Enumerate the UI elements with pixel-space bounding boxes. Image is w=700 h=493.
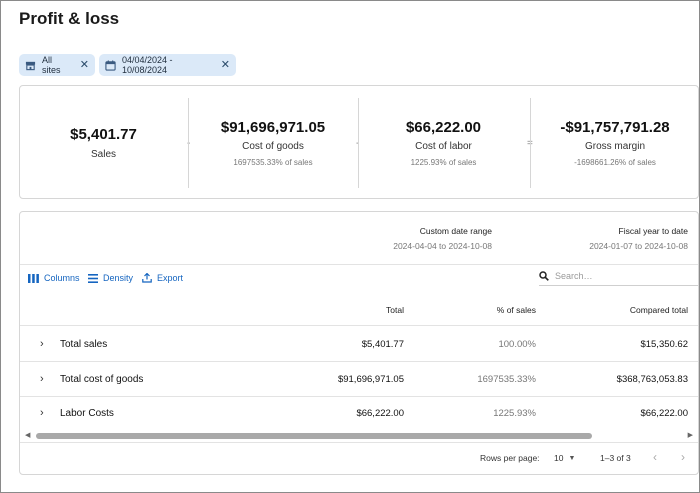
- metric-gross-margin: -$91,757,791.28 Gross margin -1698661.26…: [531, 86, 699, 200]
- column-group-range: 2024-04-04 to 2024-10-08: [393, 241, 492, 251]
- metric-cost-of-goods: $91,696,971.05 Cost of goods 1697535.33%…: [189, 86, 357, 200]
- column-group-range: 2024-01-07 to 2024-10-08: [589, 241, 688, 251]
- caret-down-icon: ▼: [568, 454, 576, 462]
- rows-per-page-value: 10: [554, 453, 564, 463]
- table-row[interactable]: › Total cost of goods $91,696,971.05 169…: [20, 363, 698, 397]
- metric-value: -$91,757,791.28: [560, 119, 670, 136]
- column-header-compared-total[interactable]: Compared total: [630, 305, 688, 315]
- cell-total: $5,401.77: [361, 339, 404, 350]
- metric-label: Sales: [90, 149, 116, 160]
- row-label: Total cost of goods: [60, 374, 144, 385]
- metric-subtext: -1698661.26% of sales: [574, 158, 656, 167]
- row-label: Total sales: [60, 339, 108, 350]
- metric-label: Gross margin: [584, 141, 645, 152]
- export-label: Export: [157, 273, 184, 283]
- next-page-icon[interactable]: ›: [681, 450, 685, 464]
- cell-compared-total: $15,350.62: [640, 339, 688, 350]
- page-title: Profit & loss: [19, 9, 120, 28]
- scroll-left-arrow-icon[interactable]: ◀: [25, 431, 30, 439]
- close-icon[interactable]: ✕: [221, 59, 230, 71]
- cell-total: $66,222.00: [356, 408, 404, 419]
- density-icon: [88, 273, 98, 283]
- search-icon: [539, 270, 549, 281]
- filter-chip-date-range[interactable]: 04/04/2024 - 10/08/2024 ✕: [99, 54, 236, 76]
- close-icon[interactable]: ✕: [80, 59, 89, 71]
- rows-per-page-label: Rows per page:: [480, 453, 540, 463]
- column-group-title: Custom date range: [419, 226, 492, 236]
- cell-compared-total: $66,222.00: [640, 408, 688, 419]
- scrollbar-thumb[interactable]: [36, 433, 592, 439]
- export-button[interactable]: Export: [142, 273, 183, 283]
- cell-pct-sales: 1225.93%: [493, 408, 536, 419]
- filter-chip-label: All sites: [42, 55, 61, 75]
- chevron-right-icon[interactable]: ›: [40, 338, 44, 350]
- column-header-pct-sales[interactable]: % of sales: [497, 305, 536, 315]
- columns-label: Columns: [44, 273, 80, 283]
- summary-card: $5,401.77 Sales - $91,696,971.05 Cost of…: [19, 85, 699, 199]
- columns-icon: [28, 273, 39, 283]
- metric-subtext: 1225.93% of sales: [410, 158, 477, 167]
- chevron-right-icon[interactable]: ›: [40, 407, 44, 419]
- store-icon: [25, 60, 36, 71]
- cell-pct-sales: 1697535.33%: [477, 374, 536, 385]
- metric-value: $66,222.00: [405, 119, 482, 136]
- metric-cost-of-labor: $66,222.00 Cost of labor 1225.93% of sal…: [359, 86, 528, 200]
- density-button[interactable]: Density: [88, 273, 133, 283]
- metric-sales: $5,401.77 Sales: [20, 86, 187, 200]
- metric-value: $5,401.77: [70, 126, 137, 143]
- pl-table-card: Custom date range 2024-04-04 to 2024-10-…: [19, 211, 699, 475]
- table-row[interactable]: › Labor Costs $66,222.00 1225.93% $66,22…: [20, 397, 698, 431]
- search-field[interactable]: [539, 266, 698, 286]
- export-icon: [142, 273, 152, 283]
- metric-value: $91,696,971.05: [220, 119, 326, 136]
- metric-subtext: 1697535.33% of sales: [233, 158, 313, 167]
- column-header-total[interactable]: Total: [386, 305, 404, 315]
- calendar-icon: [105, 59, 116, 71]
- row-label: Labor Costs: [60, 408, 114, 419]
- filter-chip-sites[interactable]: All sites ✕: [19, 54, 95, 76]
- pagination-range: 1–3 of 3: [600, 453, 631, 463]
- column-group-title: Fiscal year to date: [618, 226, 688, 236]
- divider: [20, 361, 698, 362]
- metric-label: Cost of labor: [415, 141, 472, 152]
- filter-chip-label: 04/04/2024 - 10/08/2024: [122, 55, 173, 75]
- rows-per-page-select[interactable]: 10 ▼: [554, 453, 575, 463]
- columns-button[interactable]: Columns: [28, 273, 80, 283]
- divider: [20, 442, 698, 443]
- table-row[interactable]: › Total sales $5,401.77 100.00% $15,350.…: [20, 328, 698, 362]
- previous-page-icon[interactable]: ‹: [653, 450, 657, 464]
- cell-total: $91,696,971.05: [337, 374, 404, 385]
- cell-compared-total: $368,763,053.83: [616, 374, 688, 385]
- cell-pct-sales: 100.00%: [498, 339, 536, 350]
- divider: [20, 264, 698, 265]
- search-input[interactable]: [555, 270, 685, 281]
- density-label: Density: [103, 273, 134, 283]
- divider: [20, 325, 698, 326]
- metric-label: Cost of goods: [242, 141, 304, 152]
- scroll-right-arrow-icon[interactable]: ▶: [688, 431, 693, 439]
- chevron-right-icon[interactable]: ›: [40, 373, 44, 385]
